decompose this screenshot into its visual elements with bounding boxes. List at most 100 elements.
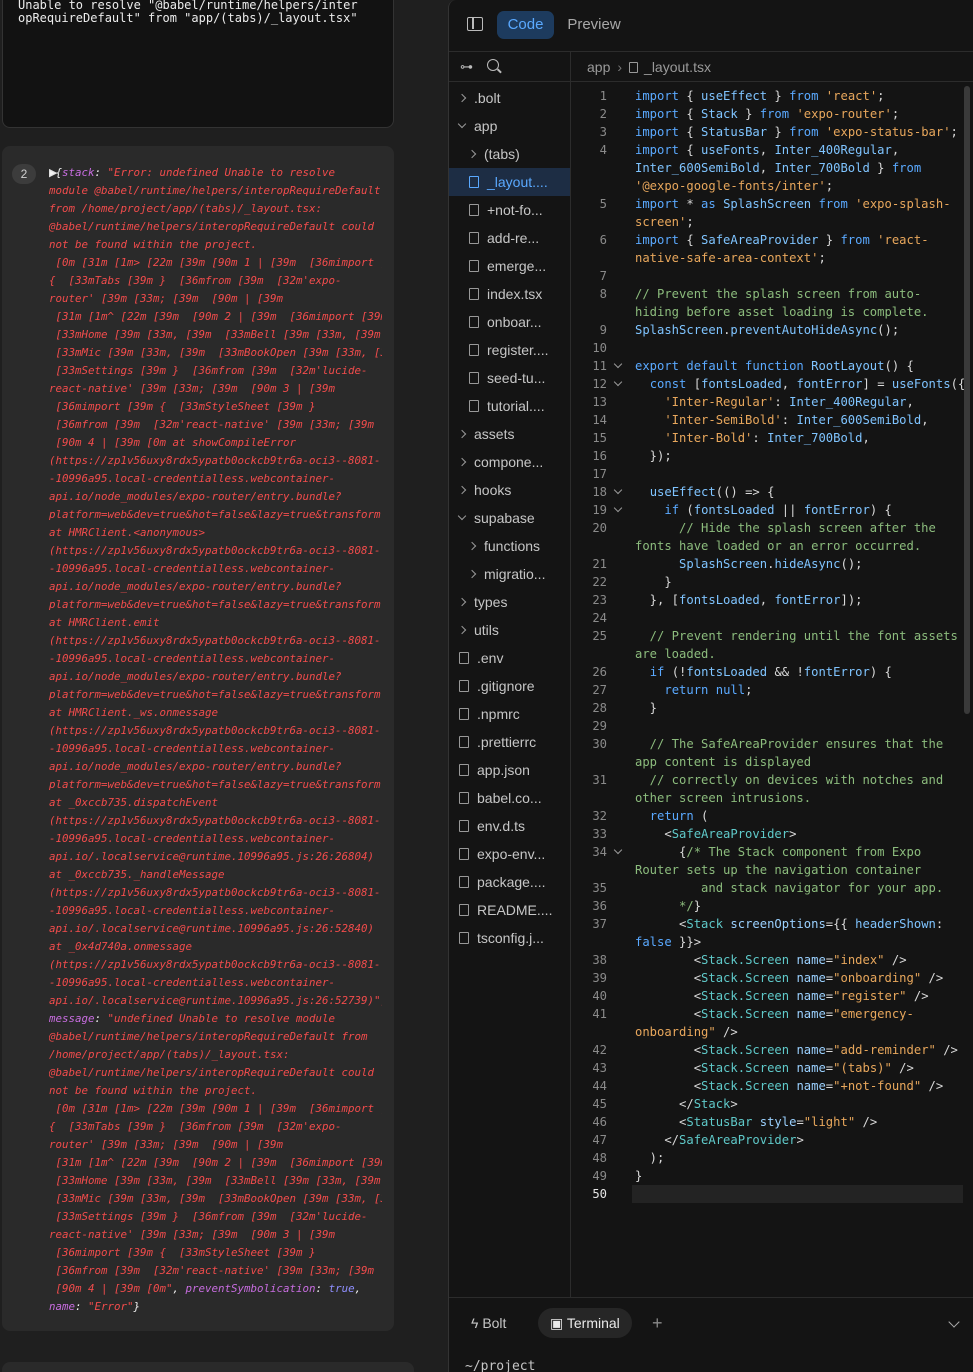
sidebar-toggle-icon[interactable]	[467, 17, 483, 31]
tree-file[interactable]: README....	[449, 896, 570, 924]
chevron-down-icon	[457, 511, 467, 521]
tab-preview[interactable]: Preview	[559, 11, 629, 39]
tab-terminal[interactable]: ▣ Terminal	[538, 1308, 632, 1338]
breadcrumb-file[interactable]: _layout.tsx	[644, 59, 711, 75]
fold-chevron-icon[interactable]	[613, 377, 623, 387]
error-line: ▸{stack: "Error: undefined Unable to res…	[49, 164, 382, 182]
fold-chevron-icon[interactable]	[613, 503, 623, 513]
code-line: import * as SplashScreen from 'expo-spla…	[635, 195, 965, 213]
workbench-panel: Code Preview ⊶ app › _layout.tsx .bolt app (…	[448, 0, 973, 1372]
next-message-card	[2, 1362, 414, 1372]
code-token: Stack.Screen	[701, 1043, 790, 1057]
tree-folder[interactable]: migratio...	[449, 560, 570, 588]
code-line: SplashScreen.hideAsync();	[635, 555, 965, 573]
code-token: ;	[818, 251, 826, 265]
tree-file[interactable]: babel.co...	[449, 784, 570, 812]
file-icon	[629, 62, 639, 73]
tree-folder[interactable]: app	[449, 112, 570, 140]
search-icon[interactable]	[487, 59, 499, 71]
chevron-down-icon[interactable]	[948, 1316, 960, 1328]
file-tree: .bolt app (tabs) _layout.... +not-fo... add-r…	[449, 82, 571, 1297]
tree-file[interactable]: _layout....	[449, 168, 570, 196]
line-number: 36	[592, 899, 607, 913]
tree-file[interactable]: +not-fo...	[449, 196, 570, 224]
error-text-segment: api.io/.localservice@runtime.10996a95.js…	[49, 994, 382, 1007]
tree-file[interactable]: package....	[449, 868, 570, 896]
tree-file[interactable]: expo-env...	[449, 840, 570, 868]
error-text-segment: [36mfrom [39m [32m'react-native' [39m [3…	[49, 418, 375, 431]
code-token: ,	[759, 161, 775, 175]
error-line: api.io/.localservice@runtime.10996a95.js…	[49, 992, 382, 1010]
error-line: api.io/node_modules/expo-router/entry.bu…	[49, 578, 382, 596]
error-line: at HMRClient.emit	[49, 614, 382, 632]
code-token: from	[759, 107, 790, 121]
tree-file[interactable]: tsconfig.j...	[449, 924, 570, 952]
code-content[interactable]: import { useEffect } from 'react'; import…	[635, 87, 965, 1203]
fold-chevron-icon[interactable]	[613, 845, 623, 855]
tree-file[interactable]: .env	[449, 644, 570, 672]
code-token: ) {	[869, 503, 892, 517]
tree-file[interactable]: onboar...	[449, 308, 570, 336]
tree-item-label: types	[474, 594, 508, 610]
code-line: other screen intrusions.	[635, 789, 965, 807]
editor-scrollbar[interactable]	[964, 86, 970, 714]
error-line: [90m 4 | [39m [0m at showCompileError	[49, 434, 382, 452]
tree-folder[interactable]: (tabs)	[449, 140, 570, 168]
code-token: SplashScreen	[715, 197, 812, 211]
panel-divider[interactable]	[414, 0, 448, 1372]
tree-item-label: index.tsx	[487, 286, 543, 302]
terminal-icon: ▣	[550, 1315, 567, 1331]
code-editor[interactable]: 1 2 3 4 5 6 7 8 9 10 11 12 13 14 15 16 17 18 19 20 21 22 23 24 2…	[571, 82, 973, 1297]
code-line: */}	[635, 897, 965, 915]
code-token: "index"	[833, 953, 885, 967]
tree-file[interactable]: index.tsx	[449, 280, 570, 308]
code-token: );	[635, 1151, 665, 1165]
error-text-segment: api.io/node_modules/expo-router/entry.bu…	[49, 490, 342, 503]
tree-item-label: app	[474, 118, 498, 134]
line-number: 23	[592, 593, 607, 607]
error-text-segment: module @babel/runtime/helpers/interopReq…	[49, 184, 381, 197]
tree-file[interactable]: .npmrc	[449, 700, 570, 728]
code-token: }	[869, 161, 892, 175]
tree-file[interactable]: emerge...	[449, 252, 570, 280]
tree-file[interactable]: tutorial....	[449, 392, 570, 420]
tree-file[interactable]: .gitignore	[449, 672, 570, 700]
code-token: && !	[767, 665, 804, 679]
tree-file[interactable]: add-re...	[449, 224, 570, 252]
fold-chevron-icon[interactable]	[613, 485, 623, 495]
code-token: <	[635, 1043, 702, 1057]
code-line: app content is displayed	[635, 753, 965, 771]
tree-file[interactable]: seed-tu...	[449, 364, 570, 392]
error-line: [33mMic [39m [33m, [39m [33mBookOpen [39…	[49, 344, 383, 362]
tree-folder[interactable]: types	[449, 588, 570, 616]
error-line: at HMRClient._ws.onmessage	[49, 704, 382, 722]
tree-file[interactable]: .prettierrc	[449, 728, 570, 756]
code-line: import { useFonts, Inter_400Regular,	[635, 141, 965, 159]
error-text-segment: api.io/.localservice@runtime.10996a95.js…	[49, 850, 375, 863]
tree-file[interactable]: env.d.ts	[449, 812, 570, 840]
tree-folder[interactable]: supabase	[449, 504, 570, 532]
tree-file[interactable]: register....	[449, 336, 570, 364]
line-number: 18	[592, 485, 607, 499]
tab-bolt[interactable]: ϟ Bolt	[461, 1308, 516, 1338]
tree-item-label: (tabs)	[484, 146, 520, 162]
code-token: (!	[664, 665, 687, 679]
error-text-segment: [33mSettings [39m } [36mfrom [39m [32m'l…	[49, 364, 368, 377]
file-tree-icon[interactable]: ⊶	[460, 59, 473, 75]
tree-folder[interactable]: functions	[449, 532, 570, 560]
tree-folder[interactable]: compone...	[449, 448, 570, 476]
fold-chevron-icon[interactable]	[613, 359, 623, 369]
tree-folder[interactable]: utils	[449, 616, 570, 644]
error-line: [33mSettings [39m } [36mfrom [39m [32m'l…	[49, 362, 382, 380]
tree-file[interactable]: app.json	[449, 756, 570, 784]
breadcrumb-folder[interactable]: app	[587, 59, 610, 75]
error-text-segment: router' [39m [33m; [39m [90m | [39m	[49, 292, 284, 305]
code-line: screen';	[635, 213, 965, 231]
tree-folder[interactable]: hooks	[449, 476, 570, 504]
code-line: // Hide the splash screen after the	[635, 519, 965, 537]
tree-folder[interactable]: .bolt	[449, 84, 570, 112]
tab-code[interactable]: Code	[497, 11, 554, 39]
tree-folder[interactable]: assets	[449, 420, 570, 448]
add-terminal-icon[interactable]: +	[652, 1308, 663, 1338]
